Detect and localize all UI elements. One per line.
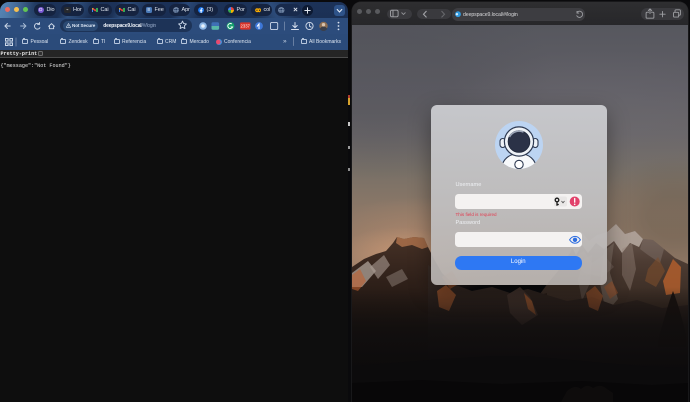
svg-text:2337: 2337 [241,23,251,28]
svg-text:deepspace9.local/#/login: deepspace9.local/#/login [463,12,518,18]
